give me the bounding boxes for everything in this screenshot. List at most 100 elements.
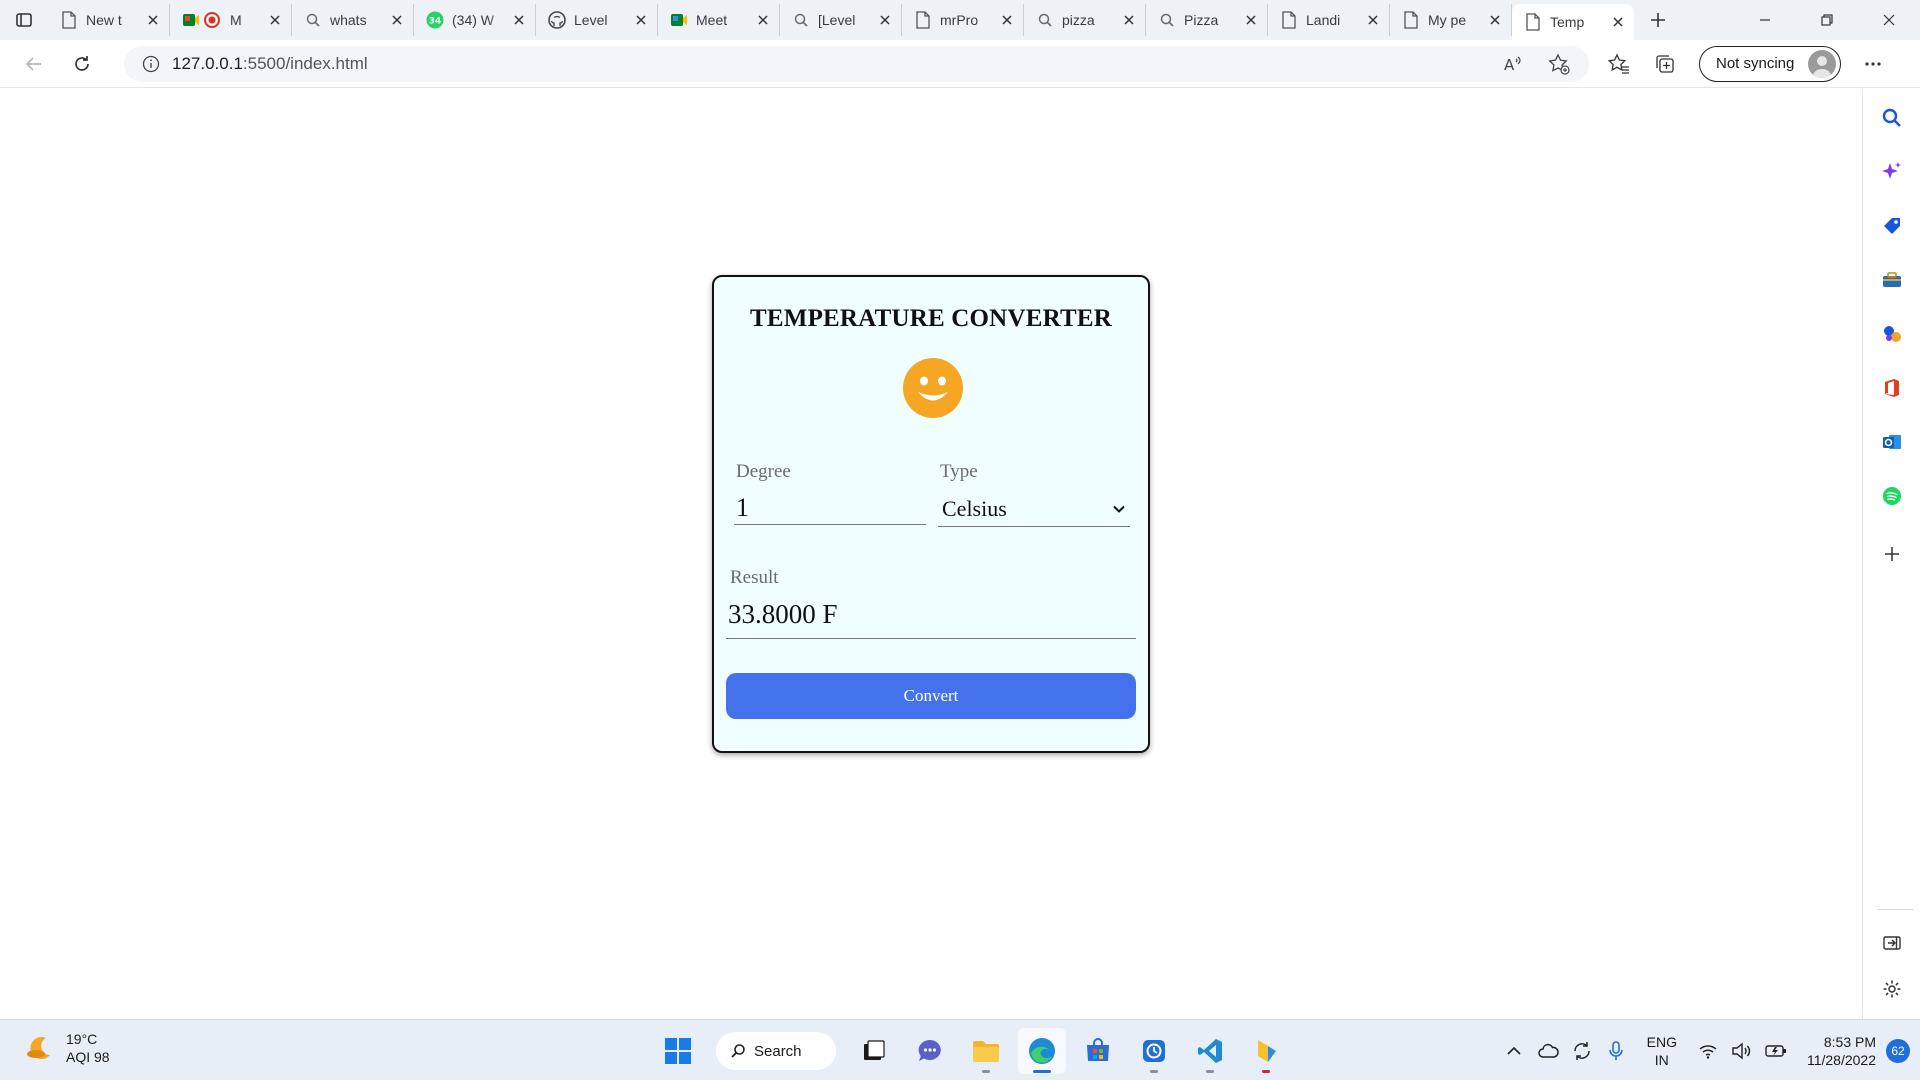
clock-app-button[interactable] — [1130, 1028, 1178, 1074]
tab[interactable]: mrPro — [902, 4, 1024, 36]
edge-button[interactable] — [1018, 1028, 1066, 1074]
page-icon — [1524, 13, 1542, 31]
notification-badge[interactable]: 62 — [1886, 1038, 1910, 1063]
store-button[interactable] — [1074, 1028, 1122, 1074]
settings-menu-button[interactable] — [1853, 44, 1893, 84]
sidebar-spotify-button[interactable] — [1863, 469, 1920, 523]
vscode-button[interactable] — [1186, 1028, 1234, 1074]
converter-card: TEMPERATURE CONVERTER Degree Type Celsiu… — [712, 275, 1150, 753]
refresh-icon — [75, 55, 89, 71]
refresh-button[interactable] — [62, 44, 102, 84]
url-text: 127.0.0.1:5500/index.html — [172, 53, 368, 73]
minimize-icon — [1760, 19, 1770, 21]
new-tab-button[interactable] — [1638, 0, 1678, 40]
spotify-icon — [1883, 487, 1901, 505]
sidebar-add-button[interactable] — [1863, 527, 1920, 581]
star-add-icon — [1548, 52, 1570, 75]
start-button[interactable] — [654, 1028, 702, 1074]
tab-title: whats — [330, 12, 367, 28]
sidebar-games-button[interactable] — [1863, 307, 1920, 361]
tab[interactable]: Meet — [658, 4, 780, 36]
tab-strip: New t Mwhats 34 (34) W Level Meet [Level mrPro p… — [0, 0, 1920, 40]
taskbar-search[interactable]: Search — [716, 1032, 836, 1070]
onedrive-button[interactable] — [1533, 1036, 1563, 1066]
close-tab-icon[interactable] — [755, 12, 771, 28]
address-bar[interactable]: 127.0.0.1:5500/index.html A — [124, 44, 1589, 84]
chevron-up-icon — [1507, 1046, 1521, 1055]
tab-active[interactable]: Temp — [1512, 4, 1634, 40]
close-tab-icon[interactable] — [1121, 12, 1137, 28]
close-tab-icon[interactable] — [389, 12, 405, 28]
weather-widget[interactable]: 19°C AQI 98 — [26, 1030, 110, 1066]
degree-input[interactable] — [734, 491, 926, 525]
tab-actions-button[interactable] — [0, 0, 48, 40]
microphone-button[interactable] — [1601, 1036, 1631, 1066]
add-favorite-button[interactable] — [1539, 44, 1579, 84]
edge-icon — [1029, 1038, 1055, 1064]
weather-moon-icon — [27, 1037, 50, 1060]
battery-button[interactable] — [1761, 1036, 1791, 1066]
search-icon — [1158, 11, 1176, 29]
task-view-button[interactable] — [850, 1028, 898, 1074]
restore-button[interactable] — [1796, 0, 1858, 40]
tab[interactable]: [Level — [780, 4, 902, 36]
volume-button[interactable] — [1727, 1036, 1757, 1066]
close-tab-icon[interactable] — [145, 12, 161, 28]
tab[interactable]: Pizza — [1146, 4, 1268, 36]
sidebar-divider — [1877, 909, 1913, 910]
read-aloud-button[interactable]: A — [1493, 44, 1533, 84]
tab[interactable]: Level — [536, 4, 658, 36]
type-select[interactable]: Celsius — [938, 491, 1130, 527]
tab[interactable]: 34 (34) W — [414, 4, 536, 36]
meet-record-icon — [182, 11, 222, 29]
tab[interactable]: M — [170, 4, 292, 36]
whatsapp-icon: 34 — [426, 11, 444, 29]
close-tab-icon[interactable] — [877, 12, 893, 28]
convert-button[interactable]: Convert — [726, 673, 1136, 719]
back-button[interactable] — [14, 44, 54, 84]
result-value: 33.8000 F — [726, 599, 1136, 639]
sync-status-button[interactable] — [1567, 1036, 1597, 1066]
clock-app-icon — [1143, 1040, 1165, 1062]
close-tab-icon[interactable] — [633, 12, 649, 28]
sidebar-shopping-button[interactable] — [1863, 199, 1920, 253]
taskbar-search-label: Search — [754, 1042, 802, 1060]
hide-sidebar-icon — [1883, 936, 1901, 950]
page-icon — [1402, 11, 1420, 29]
sidebar-copilot-button[interactable] — [1863, 145, 1920, 199]
pinned-app-button[interactable] — [1242, 1028, 1290, 1074]
close-tab-icon[interactable] — [1243, 12, 1259, 28]
sidebar-outlook-button[interactable] — [1863, 415, 1920, 469]
close-window-button[interactable] — [1858, 0, 1920, 40]
page-icon — [1280, 11, 1298, 29]
collections-button[interactable] — [1645, 44, 1685, 84]
cloud-icon — [1537, 1043, 1559, 1058]
tab[interactable]: pizza — [1024, 4, 1146, 36]
tab[interactable]: New t — [48, 4, 170, 36]
close-tab-icon[interactable] — [1610, 14, 1626, 30]
sidebar-search-button[interactable] — [1863, 91, 1920, 145]
tab-actions-icon — [16, 13, 32, 27]
close-tab-icon[interactable] — [511, 12, 527, 28]
teams-chat-button[interactable] — [906, 1028, 954, 1074]
input-language-button[interactable]: ENG IN — [1647, 1033, 1677, 1069]
sidebar-tools-button[interactable] — [1863, 253, 1920, 307]
tab[interactable]: Landi — [1268, 4, 1390, 36]
favorites-button[interactable] — [1599, 44, 1639, 84]
tab[interactable]: My pe — [1390, 4, 1512, 36]
close-tab-icon[interactable] — [999, 12, 1015, 28]
file-explorer-button[interactable] — [962, 1028, 1010, 1074]
tab[interactable]: whats — [292, 4, 414, 36]
show-hidden-icons-button[interactable] — [1499, 1036, 1529, 1066]
close-tab-icon[interactable] — [267, 12, 283, 28]
lang-region: IN — [1654, 1051, 1669, 1068]
taskbar-clock[interactable]: 8:53 PM 11/28/2022 — [1807, 1033, 1876, 1069]
profile-sync-button[interactable]: Not syncing — [1699, 45, 1842, 82]
sidebar-settings-button[interactable] — [1863, 962, 1920, 1016]
minimize-button[interactable] — [1734, 0, 1796, 40]
search-icon — [731, 1044, 745, 1058]
wifi-button[interactable] — [1693, 1036, 1723, 1066]
sidebar-office-button[interactable] — [1863, 361, 1920, 415]
close-tab-icon[interactable] — [1487, 12, 1503, 28]
close-tab-icon[interactable] — [1365, 12, 1381, 28]
